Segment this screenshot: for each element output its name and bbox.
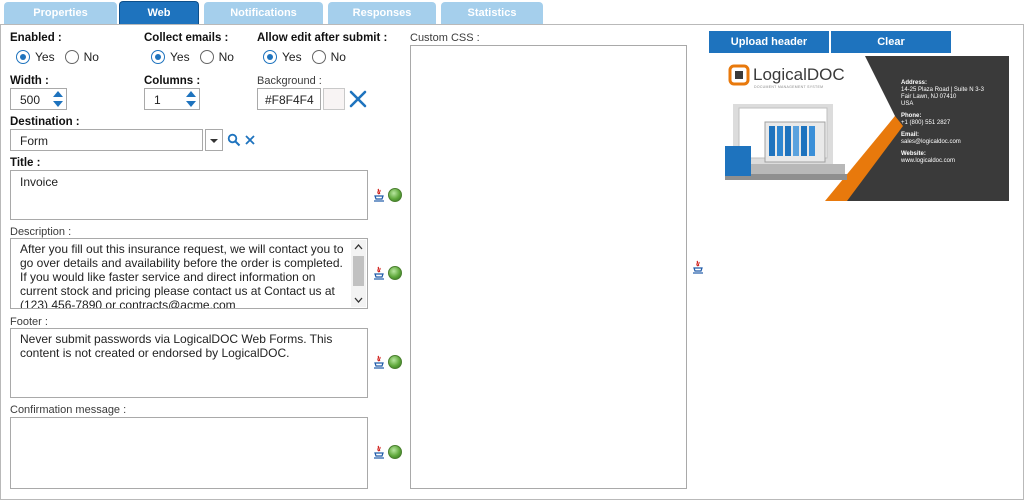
java-icon[interactable] xyxy=(692,260,704,274)
footer-value: Never submit passwords via LogicalDOC We… xyxy=(20,332,336,360)
allow-edit-no-label: No xyxy=(330,50,346,64)
width-spinner[interactable]: 500 xyxy=(10,88,67,110)
collect-emails-no-radio[interactable] xyxy=(199,50,214,64)
enabled-no-radio[interactable] xyxy=(64,50,79,64)
collect-emails-no-label: No xyxy=(218,50,234,64)
enabled-label: Enabled : xyxy=(10,32,62,44)
header-contact-block: Address: 14-25 Plaza Road | Suite N 3-3 … xyxy=(901,80,1007,165)
tab-properties[interactable]: Properties xyxy=(4,2,117,25)
description-scrollbar[interactable] xyxy=(351,240,366,307)
java-icon[interactable] xyxy=(373,445,385,459)
destination-label: Destination : xyxy=(10,116,80,128)
tab-notifications[interactable]: Notifications xyxy=(204,2,323,25)
header-email-label: Email: xyxy=(901,132,920,138)
scroll-up-icon[interactable] xyxy=(354,243,363,252)
header-address-label: Address: xyxy=(901,80,928,86)
description-label: Description : xyxy=(10,226,72,238)
description-textarea[interactable]: After you fill out this insurance reques… xyxy=(10,238,368,309)
clear-background-icon[interactable] xyxy=(348,89,368,109)
header-phone-label: Phone: xyxy=(901,113,922,119)
title-label: Title : xyxy=(10,157,41,169)
title-value: Invoice xyxy=(20,175,59,189)
destination-value: Form xyxy=(20,134,48,148)
tab-responses[interactable]: Responses xyxy=(328,2,436,25)
footer-label: Footer : xyxy=(10,316,48,328)
confirmation-textarea[interactable] xyxy=(10,417,368,489)
globe-icon[interactable] xyxy=(388,355,402,369)
enabled-no-label: No xyxy=(83,50,99,64)
java-icon[interactable] xyxy=(373,266,385,280)
background-color-value: #F8F4F4 xyxy=(265,93,314,107)
header-website-label: Website: xyxy=(901,151,926,157)
allow-edit-yes-radio[interactable] xyxy=(263,50,277,64)
upload-header-button[interactable]: Upload header xyxy=(709,31,829,53)
width-label: Width : xyxy=(10,75,49,87)
collect-emails-yes-label: Yes xyxy=(170,50,190,64)
clear-destination-icon[interactable] xyxy=(244,134,256,146)
columns-spinner[interactable]: 1 xyxy=(144,88,200,110)
header-website: www.logicaldoc.com xyxy=(901,158,956,164)
allow-edit-radio-group: Yes No xyxy=(263,50,356,64)
description-value: After you fill out this insurance reques… xyxy=(20,242,347,309)
enabled-radio-group: Yes No xyxy=(16,50,109,64)
header-brand-tagline: DOCUMENT MANAGEMENT SYSTEM xyxy=(754,85,824,89)
enabled-yes-radio[interactable] xyxy=(16,50,30,64)
collect-emails-label: Collect emails : xyxy=(144,32,229,44)
background-label: Background : xyxy=(257,75,322,87)
custom-css-label: Custom CSS : xyxy=(410,32,480,44)
header-address-line-1: 14-25 Plaza Road | Suite N 3-3 xyxy=(901,87,984,93)
allow-edit-yes-label: Yes xyxy=(282,50,302,64)
java-icon[interactable] xyxy=(373,355,385,369)
custom-css-textarea[interactable] xyxy=(410,45,687,489)
title-textarea[interactable]: Invoice xyxy=(10,170,368,220)
header-image-preview: LogicalDOC DOCUMENT MANAGEMENT SYSTEM Ad… xyxy=(725,56,1009,201)
background-color-input[interactable]: #F8F4F4 xyxy=(257,88,321,110)
clear-header-button[interactable]: Clear xyxy=(831,31,951,53)
globe-icon[interactable] xyxy=(388,266,402,280)
scroll-down-icon[interactable] xyxy=(354,295,363,304)
header-address-line-2: Fair Lawn, NJ 07410 xyxy=(901,94,957,100)
allow-edit-no-radio[interactable] xyxy=(311,50,326,64)
globe-icon[interactable] xyxy=(388,188,402,202)
search-icon[interactable] xyxy=(227,133,241,147)
tab-web[interactable]: Web xyxy=(119,1,199,25)
enabled-yes-label: Yes xyxy=(35,50,55,64)
confirmation-actions xyxy=(373,445,402,459)
columns-label: Columns : xyxy=(144,75,201,87)
confirmation-label: Confirmation message : xyxy=(10,404,127,416)
scroll-thumb[interactable] xyxy=(353,256,364,286)
width-stepper-arrows[interactable] xyxy=(52,91,64,107)
tab-statistics[interactable]: Statistics xyxy=(441,2,543,25)
header-address-line-3: USA xyxy=(901,101,914,107)
collect-emails-radio-group: Yes No xyxy=(151,50,244,64)
header-email: sales@logicaldoc.com xyxy=(901,139,961,145)
allow-edit-label: Allow edit after submit : xyxy=(257,32,388,44)
width-value: 500 xyxy=(20,93,41,107)
description-actions xyxy=(373,266,402,280)
chevron-down-icon xyxy=(210,139,218,143)
header-brand-name: LogicalDOC xyxy=(753,65,845,84)
tab-bar: Properties Web Notifications Responses S… xyxy=(0,0,1025,25)
java-icon[interactable] xyxy=(373,188,385,202)
footer-textarea[interactable]: Never submit passwords via LogicalDOC We… xyxy=(10,328,368,398)
title-actions xyxy=(373,188,402,202)
destination-dropdown-button[interactable] xyxy=(205,129,223,151)
background-color-swatch[interactable] xyxy=(323,88,345,110)
collect-emails-yes-radio[interactable] xyxy=(151,50,165,64)
custom-css-actions xyxy=(692,260,704,274)
destination-field[interactable]: Form xyxy=(10,129,203,151)
globe-icon[interactable] xyxy=(388,445,402,459)
columns-stepper-arrows[interactable] xyxy=(185,91,197,107)
header-phone: +1 (800) 551 2827 xyxy=(901,120,951,126)
footer-actions xyxy=(373,355,402,369)
columns-value: 1 xyxy=(154,93,161,107)
